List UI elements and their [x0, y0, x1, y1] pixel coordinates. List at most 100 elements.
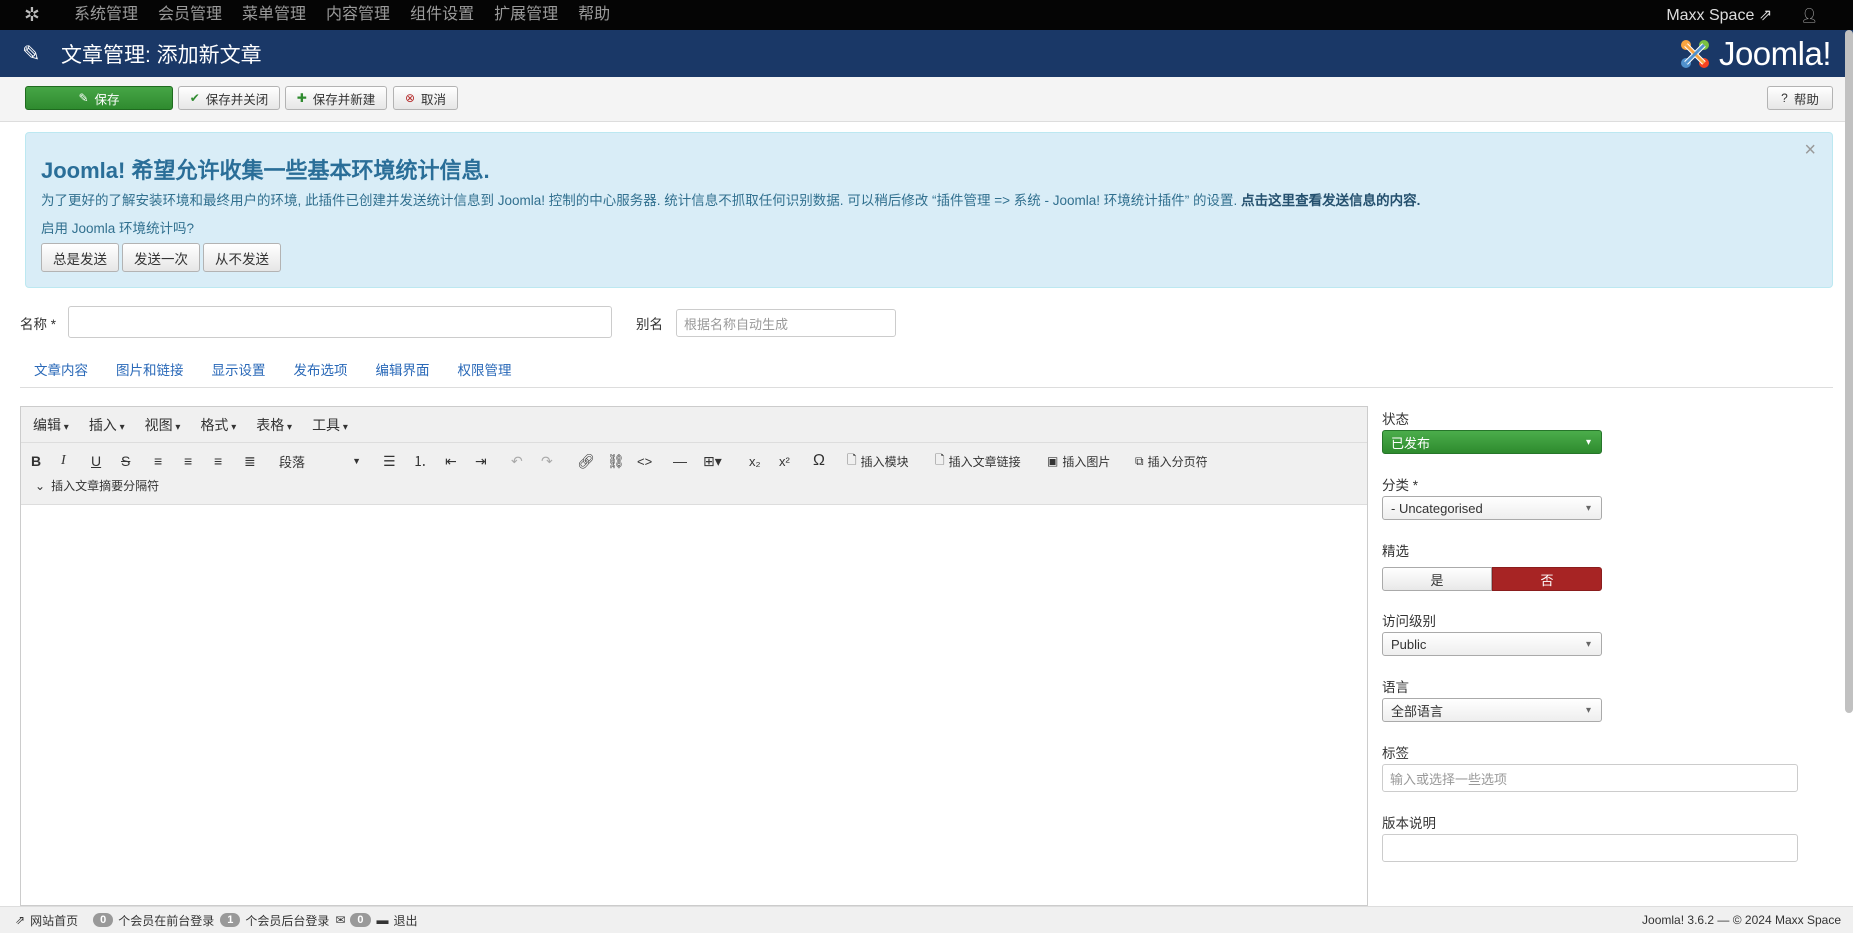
version-note-input[interactable] — [1382, 834, 1798, 862]
access-select[interactable]: Public — [1382, 632, 1602, 656]
featured-label: 精选 — [1382, 544, 1409, 559]
site-link[interactable]: Maxx Space ⇗ — [1666, 5, 1772, 25]
article-tabs: 文章内容 图片和链接 显示设置 发布选项 编辑界面 权限管理 — [20, 360, 1833, 388]
close-icon[interactable]: × — [1804, 139, 1816, 162]
featured-no-button[interactable]: 否 — [1492, 567, 1602, 591]
joomla-logo: Joomla! — [1677, 35, 1832, 73]
editor-menu-edit[interactable]: 编辑 — [33, 415, 69, 435]
format-select[interactable]: 段落 ▼ — [279, 449, 369, 473]
menu-extensions[interactable]: 扩展管理 — [484, 0, 568, 30]
envelope-icon: ✉ — [335, 913, 346, 927]
external-link-icon: ⇗ — [15, 913, 26, 927]
alert-text: 为了更好的了解安装环境和最终用户的环境, 此插件已创建并发送统计信息到 Joom… — [41, 193, 1421, 208]
tab-images-links[interactable]: 图片和链接 — [102, 360, 198, 387]
alias-input[interactable]: 根据名称自动生成 — [676, 309, 896, 337]
file-plus-icon: 🗋︎ — [847, 452, 857, 467]
italic-icon[interactable]: I — [61, 449, 66, 473]
save-close-button[interactable]: ✔ 保存并关闭 — [178, 86, 280, 110]
menu-components[interactable]: 组件设置 — [400, 0, 484, 30]
align-left-icon[interactable]: ≡ — [154, 449, 162, 473]
redo-icon[interactable]: ↷ — [541, 449, 553, 473]
help-button[interactable]: ? 帮助 — [1767, 86, 1833, 110]
editor-menu-table[interactable]: 表格 — [256, 415, 292, 435]
horizontal-rule-icon[interactable]: — — [673, 449, 687, 473]
insert-article-link-button[interactable]: 🗋︎ 插入文章链接 — [935, 449, 1021, 473]
send-once-button[interactable]: 发送一次 — [122, 243, 200, 272]
bold-icon[interactable]: B — [31, 449, 41, 473]
editor-content-area[interactable] — [21, 505, 1367, 905]
insert-pagebreak-button[interactable]: ⧉ 插入分页符 — [1135, 449, 1208, 473]
indent-icon[interactable]: ⇥ — [475, 449, 487, 473]
link-icon[interactable]: 🔗︎ — [577, 449, 595, 473]
copy-icon: ⧉ — [1135, 453, 1144, 468]
page-title: 文章管理: 添加新文章 — [61, 43, 262, 67]
frontend-count-badge: 0 — [93, 913, 114, 927]
align-center-icon[interactable]: ≡ — [184, 449, 192, 473]
superscript-icon[interactable]: x² — [779, 449, 790, 473]
menu-menus[interactable]: 菜单管理 — [232, 0, 316, 30]
never-send-button[interactable]: 从不发送 — [203, 243, 281, 272]
tab-content[interactable]: 文章内容 — [20, 360, 102, 387]
tags-input[interactable]: 输入或选择一些选项 — [1382, 764, 1798, 792]
status-bar: ⇗ 网站首页 0 个会员在前台登录 1 个会员后台登录 ✉ 0 ▬ 退出 Joomla! … — [0, 906, 1853, 933]
unlink-icon[interactable]: ⛓ — [607, 449, 625, 473]
numbered-list-icon[interactable]: ⒈ — [413, 449, 427, 473]
logout-link[interactable]: ▬ 退出 — [377, 912, 418, 929]
editor-toolbar: B I U S ≡ ≡ ≡ ≣ 段落 ▼ ☰ ⒈ ⇤ ⇥ ↶ ↷ 🔗︎ ⛓ <> … — [21, 443, 1367, 505]
status-select[interactable]: 已发布 — [1382, 430, 1602, 454]
category-select[interactable]: - Uncategorised — [1382, 496, 1602, 520]
page-scrollbar[interactable] — [1845, 30, 1853, 713]
messages[interactable]: ✉ 0 — [335, 913, 371, 927]
joomla-icon[interactable]: ✲ — [15, 0, 49, 30]
save-button[interactable]: ✎ 保存 — [25, 86, 173, 110]
category-label: 分类 * — [1382, 478, 1419, 493]
editor-menu-tools[interactable]: 工具 — [312, 415, 348, 435]
editor-menu-insert[interactable]: 插入 — [89, 415, 125, 435]
subscript-icon[interactable]: x₂ — [749, 449, 761, 473]
main-menu: 系统管理 会员管理 菜单管理 内容管理 组件设置 扩展管理 帮助 — [64, 0, 620, 30]
strikethrough-icon[interactable]: S — [121, 449, 130, 473]
language-select[interactable]: 全部语言 — [1382, 698, 1602, 722]
name-input[interactable] — [68, 306, 612, 338]
insert-readmore-button[interactable]: ⌄ 插入文章摘要分隔符 — [35, 477, 159, 494]
menu-system[interactable]: 系统管理 — [64, 0, 148, 30]
menu-content[interactable]: 内容管理 — [316, 0, 400, 30]
insert-module-button[interactable]: 🗋︎ 插入模块 — [847, 449, 909, 473]
alert-details-link[interactable]: 点击这里查看发送信息的内容. — [1241, 193, 1420, 208]
version-note-label: 版本说明 — [1382, 816, 1436, 831]
align-justify-icon[interactable]: ≣ — [244, 449, 256, 473]
featured-yes-button[interactable]: 是 — [1382, 567, 1492, 591]
plus-icon: ✚ — [296, 91, 307, 105]
cancel-button[interactable]: ⊗ 取消 — [393, 86, 458, 110]
tags-label: 标签 — [1382, 746, 1409, 761]
backend-count-badge: 1 — [220, 913, 241, 927]
user-icon[interactable]: 👤︎ — [1800, 7, 1818, 24]
dropdown-caret-icon: ▼ — [352, 456, 361, 466]
insert-image-button[interactable]: ▣ 插入图片 — [1047, 449, 1110, 473]
table-icon[interactable]: ⊞▾ — [703, 449, 722, 473]
site-home-link[interactable]: ⇗ 网站首页 — [15, 912, 78, 929]
access-label: 访问级别 — [1382, 614, 1436, 629]
save-new-button[interactable]: ✚ 保存并新建 — [285, 86, 387, 110]
alias-label: 别名 — [636, 317, 663, 332]
bullet-list-icon[interactable]: ☰ — [383, 449, 396, 473]
undo-icon[interactable]: ↶ — [511, 449, 523, 473]
menu-users[interactable]: 会员管理 — [148, 0, 232, 30]
toolbar: ✎ 保存 ✔ 保存并关闭 ✚ 保存并新建 ⊗ 取消 ? 帮助 — [0, 77, 1853, 122]
tab-permissions[interactable]: 权限管理 — [444, 360, 526, 387]
cancel-icon: ⊗ — [404, 91, 416, 105]
tab-display[interactable]: 显示设置 — [198, 360, 280, 387]
outdent-icon[interactable]: ⇤ — [445, 449, 457, 473]
menu-help[interactable]: 帮助 — [568, 0, 620, 30]
tab-editor-config[interactable]: 编辑界面 — [362, 360, 444, 387]
align-right-icon[interactable]: ≡ — [214, 449, 222, 473]
editor-menu-format[interactable]: 格式 — [200, 415, 236, 435]
code-icon[interactable]: <> — [637, 449, 652, 473]
stats-alert: × Joomla! 希望允许收集一些基本环境统计信息. 为了更好的了解安装环境和… — [25, 132, 1833, 288]
special-char-icon[interactable]: Ω — [813, 449, 825, 473]
underline-icon[interactable]: U — [91, 449, 101, 473]
name-label: 名称 * — [20, 317, 57, 332]
always-send-button[interactable]: 总是发送 — [41, 243, 119, 272]
tab-publishing[interactable]: 发布选项 — [280, 360, 362, 387]
editor-menu-view[interactable]: 视图 — [145, 415, 181, 435]
